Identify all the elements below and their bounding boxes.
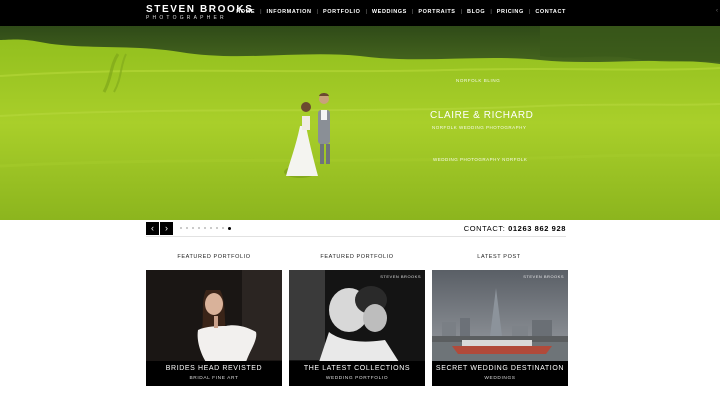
hero-title[interactable]: CLAIRE & RICHARD	[430, 110, 534, 121]
hero-kicker: NORFOLK BLING	[456, 78, 501, 83]
nav-portfolio[interactable]: PORTFOLIO	[323, 9, 360, 15]
nav-blog[interactable]: BLOG	[467, 9, 485, 15]
nav-separator: |	[490, 9, 492, 15]
slider-pagination	[180, 226, 235, 230]
slider-dot[interactable]	[216, 227, 218, 229]
nav-home[interactable]: HOME	[236, 9, 255, 15]
hero-footer-text: WEDDING PHOTOGRAPHY NORFOLK	[433, 157, 528, 162]
latest-post-card[interactable]: STEVEN BROOKS SECRET WEDDING DESTINATION…	[432, 270, 568, 386]
slider-dot[interactable]	[186, 227, 188, 229]
corner-arrow-icon[interactable]: ‹	[716, 8, 718, 14]
card-title[interactable]: SECRET WEDDING DESTINATION	[432, 365, 568, 372]
nav-contact[interactable]: CONTACT	[535, 9, 566, 15]
divider	[146, 236, 566, 237]
slider-dot[interactable]	[192, 227, 194, 229]
card-subtitle[interactable]: WEDDINGS	[432, 376, 568, 381]
photo-watermark: STEVEN BROOKS	[380, 274, 421, 279]
nav-information[interactable]: INFORMATION	[267, 9, 312, 15]
nav-separator: |	[460, 9, 463, 15]
slider-dot[interactable]	[180, 227, 182, 229]
hero-slide[interactable]: NORFOLK BLING CLAIRE & RICHARD NORFOLK W…	[0, 26, 720, 220]
card-caption: BRIDES HEAD REVISTED BRIDAL FINE ART	[146, 361, 282, 386]
slider-dot[interactable]	[198, 227, 200, 229]
card-caption: SECRET WEDDING DESTINATION WEDDINGS	[432, 361, 568, 386]
hero-photo	[0, 26, 720, 220]
card-subtitle[interactable]: WEDDING PORTFOLIO	[289, 376, 425, 381]
slider-next-button[interactable]: ›	[160, 222, 173, 235]
contact-label: CONTACT:	[463, 224, 506, 233]
top-navigation-bar: STEVEN BROOKS PHOTOGRAPHER HOME | INFORM…	[0, 0, 720, 26]
card-caption: THE LATEST COLLECTIONS WEDDING PORTFOLIO	[289, 361, 425, 386]
card-heading: LATEST POST	[477, 254, 521, 260]
contact-phone: CONTACT: 01263 862 928	[464, 224, 566, 233]
nav-weddings[interactable]: WEDDINGS	[372, 9, 407, 15]
nav-portraits[interactable]: PORTRAITS	[418, 9, 455, 15]
main-nav: HOME | INFORMATION | PORTFOLIO | WEDDING…	[236, 9, 566, 15]
card-title[interactable]: THE LATEST COLLECTIONS	[289, 365, 425, 372]
featured-portfolio-card[interactable]: STEVEN BROOKS THE LATEST COLLECTIONS WED…	[289, 270, 425, 386]
slider-dot[interactable]	[210, 227, 212, 229]
slider-dot[interactable]	[204, 227, 206, 229]
slider-dot[interactable]	[222, 227, 224, 229]
slider-prev-button[interactable]: ‹	[146, 222, 159, 235]
nav-pricing[interactable]: PRICING	[497, 9, 524, 15]
card-title[interactable]: BRIDES HEAD REVISTED	[146, 365, 282, 372]
nav-separator: |	[260, 9, 262, 15]
contact-number[interactable]: 01263 862 928	[508, 224, 566, 233]
nav-separator: |	[316, 9, 318, 15]
card-heading: FEATURED PORTFOLIO	[177, 254, 251, 260]
nav-separator: |	[365, 9, 367, 15]
brand-tagline: PHOTOGRAPHER	[146, 15, 227, 21]
slider-dot[interactable]	[228, 226, 231, 230]
card-heading: FEATURED PORTFOLIO	[320, 254, 394, 260]
hero-subtitle: NORFOLK WEDDING PHOTOGRAPHY	[432, 125, 527, 130]
nav-separator: |	[411, 9, 414, 15]
nav-separator: |	[528, 9, 531, 15]
photo-watermark: STEVEN BROOKS	[523, 274, 564, 279]
card-subtitle[interactable]: BRIDAL FINE ART	[146, 376, 282, 381]
featured-portfolio-card[interactable]: BRIDES HEAD REVISTED BRIDAL FINE ART	[146, 270, 282, 386]
